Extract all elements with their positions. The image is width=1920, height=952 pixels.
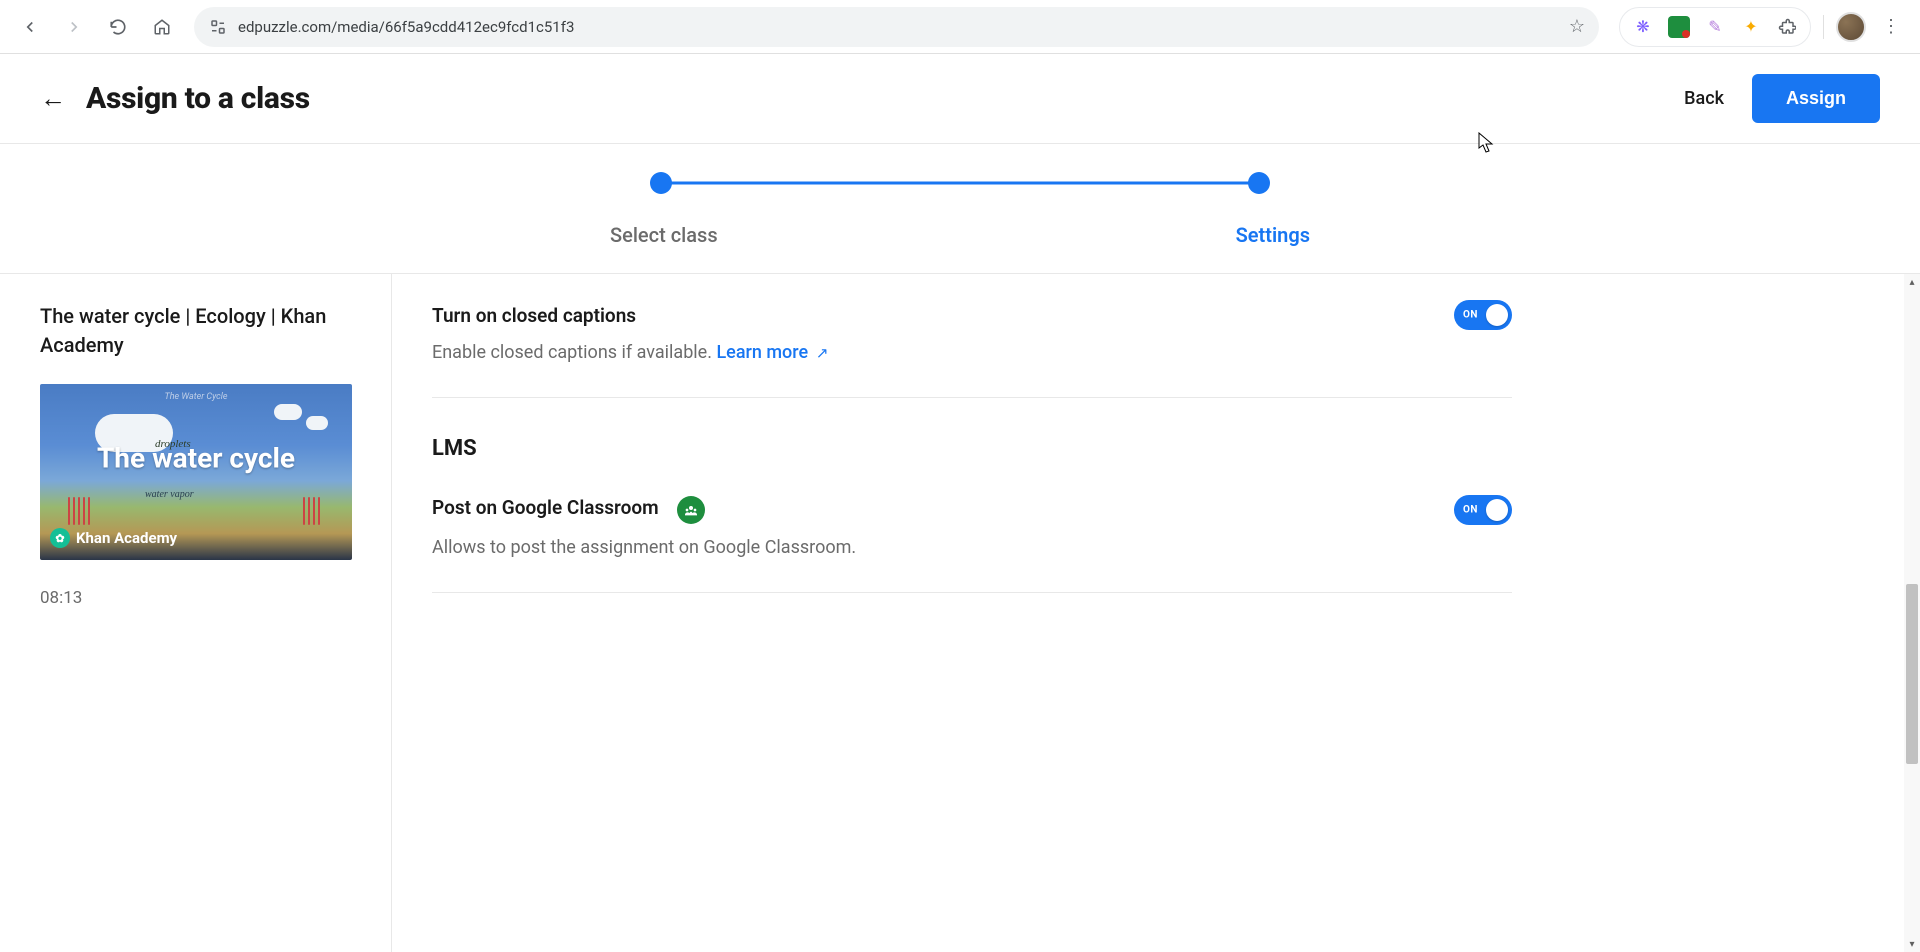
- toggle-knob: [1486, 304, 1508, 326]
- google-classroom-icon: [677, 496, 705, 524]
- external-link-icon: ↗: [812, 344, 828, 362]
- cloud-icon: [274, 404, 302, 420]
- setting-cc-subtitle: Enable closed captions if available. Lea…: [432, 342, 1512, 363]
- extensions-puzzle-icon[interactable]: [1776, 16, 1798, 38]
- bookmark-star-icon[interactable]: ☆: [1569, 16, 1585, 37]
- setting-cc-subtitle-text: Enable closed captions if available.: [432, 342, 716, 363]
- extension-icon-1[interactable]: ❋: [1632, 16, 1654, 38]
- browser-forward-button[interactable]: [56, 9, 92, 45]
- toggle-knob: [1486, 499, 1508, 521]
- step-select-class[interactable]: Select class: [610, 223, 718, 247]
- setting-google-classroom: Post on Google Classroom ON Allows to po…: [432, 489, 1512, 593]
- video-duration: 08:13: [40, 588, 351, 608]
- assign-button[interactable]: Assign: [1752, 74, 1880, 123]
- arrow-right-icon: [65, 18, 83, 36]
- setting-closed-captions: Turn on closed captions ON Enable closed…: [432, 294, 1512, 398]
- stepper-dot-2[interactable]: [1248, 172, 1270, 194]
- home-icon: [153, 18, 171, 36]
- stepper-track: [650, 171, 1270, 195]
- setting-gc-title-wrap: Post on Google Classroom: [432, 496, 705, 524]
- url-text: edpuzzle.com/media/66f5a9cdd412ec9fcd1c5…: [238, 7, 1559, 47]
- toggle-google-classroom[interactable]: ON: [1454, 495, 1512, 525]
- stepper: Select class Settings: [0, 144, 1920, 274]
- content-area: The water cycle | Ecology | Khan Academy…: [0, 274, 1920, 952]
- thumb-heat-lines: [68, 497, 90, 525]
- toggle-closed-captions[interactable]: ON: [1454, 300, 1512, 330]
- scroll-thumb[interactable]: [1906, 584, 1918, 764]
- setting-cc-title: Turn on closed captions: [432, 304, 636, 327]
- learn-more-link[interactable]: Learn more ↗: [716, 342, 828, 363]
- step-settings[interactable]: Settings: [1236, 223, 1310, 247]
- header-actions: Back Assign: [1684, 74, 1880, 123]
- address-bar[interactable]: edpuzzle.com/media/66f5a9cdd412ec9fcd1c5…: [194, 7, 1599, 47]
- stepper-line: [662, 181, 1258, 184]
- reload-icon: [109, 18, 127, 36]
- thumb-sky-title: The Water Cycle: [165, 392, 228, 402]
- video-info-panel: The water cycle | Ecology | Khan Academy…: [0, 274, 392, 952]
- khan-academy-badge: ✿ Khan Academy: [50, 528, 177, 548]
- back-button[interactable]: Back: [1684, 88, 1724, 109]
- arrow-left-icon: [21, 18, 39, 36]
- extension-icon-4[interactable]: ✦: [1740, 16, 1762, 38]
- browser-back-button[interactable]: [12, 9, 48, 45]
- stepper-dot-1[interactable]: [650, 172, 672, 194]
- toggle-state-label: ON: [1463, 310, 1478, 321]
- scroll-up-arrow[interactable]: ▴: [1904, 274, 1920, 290]
- scrollbar[interactable]: ▴ ▾: [1904, 274, 1920, 952]
- thumb-vapor-label: water vapor: [145, 489, 194, 500]
- browser-reload-button[interactable]: [100, 9, 136, 45]
- video-title: The water cycle | Ecology | Khan Academy: [40, 302, 351, 360]
- stepper-labels: Select class Settings: [610, 223, 1310, 247]
- video-thumbnail[interactable]: The Water Cycle droplets The water cycle…: [40, 384, 352, 560]
- section-heading-lms: LMS: [432, 436, 1512, 461]
- extension-icon-2[interactable]: [1668, 16, 1690, 38]
- khan-brand-text: Khan Academy: [76, 529, 177, 547]
- cloud-icon: [306, 416, 328, 430]
- toolbar-divider: [1823, 15, 1824, 39]
- setting-gc-title: Post on Google Classroom: [432, 496, 659, 519]
- toggle-state-label: ON: [1463, 505, 1478, 516]
- thumb-main-text: The water cycle: [97, 441, 295, 474]
- khan-logo-icon: ✿: [50, 528, 70, 548]
- browser-toolbar: edpuzzle.com/media/66f5a9cdd412ec9fcd1c5…: [0, 0, 1920, 54]
- extensions-group: ❋ ✎ ✦: [1619, 7, 1811, 47]
- page-header: ← Assign to a class Back Assign: [0, 54, 1920, 144]
- thumb-heat-lines: [303, 497, 320, 525]
- setting-gc-subtitle: Allows to post the assignment on Google …: [432, 537, 1512, 558]
- site-controls-icon[interactable]: [208, 17, 228, 37]
- settings-panel: Turn on closed captions ON Enable closed…: [392, 274, 1920, 952]
- profile-avatar[interactable]: [1836, 12, 1866, 42]
- page-title: Assign to a class: [86, 81, 310, 116]
- page-back-arrow[interactable]: ←: [40, 83, 66, 114]
- browser-menu-button[interactable]: ⋮: [1874, 16, 1908, 37]
- browser-home-button[interactable]: [144, 9, 180, 45]
- extension-icon-3[interactable]: ✎: [1704, 16, 1726, 38]
- scroll-down-arrow[interactable]: ▾: [1904, 936, 1920, 952]
